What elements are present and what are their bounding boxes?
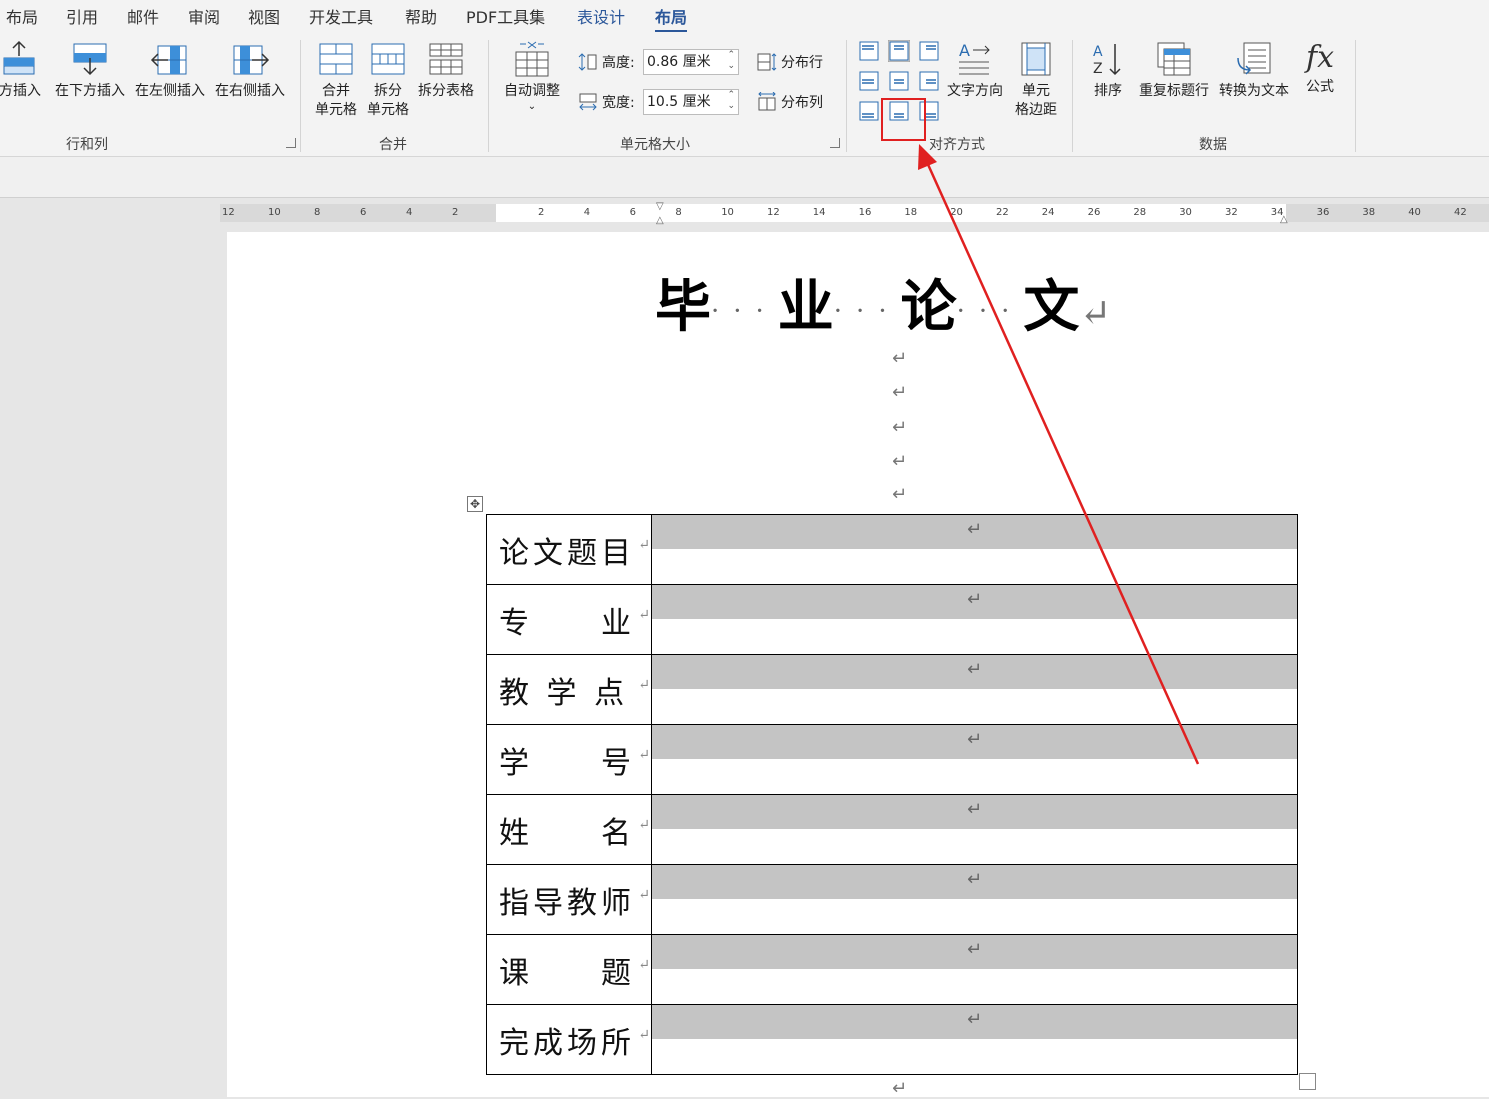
annotation-arrow [918,144,1200,765]
arrow-shaft [924,159,1200,765]
